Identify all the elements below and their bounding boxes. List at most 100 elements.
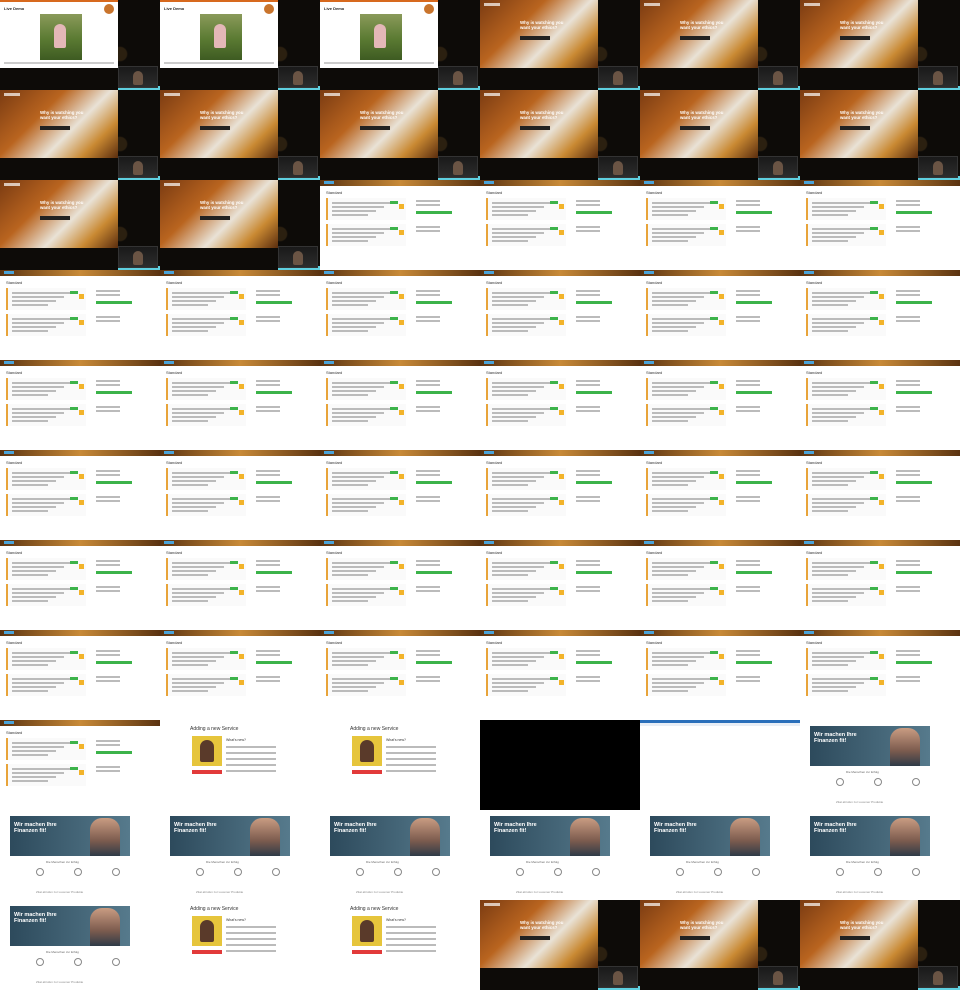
- sidebar-box: [416, 198, 452, 216]
- feature-icon: [36, 958, 44, 966]
- rating-icon: [879, 204, 884, 209]
- frame-thumbnail[interactable]: Why is watching you want your ethics?: [160, 180, 320, 270]
- frame-thumbnail[interactable]: Standard: [320, 630, 480, 720]
- frame-thumbnail[interactable]: Standard: [0, 720, 160, 810]
- frame-thumbnail[interactable]: Standard: [480, 180, 640, 270]
- text-line: [226, 950, 276, 952]
- green-button: [896, 661, 932, 664]
- frame-thumbnail[interactable]: Standard: [0, 270, 160, 360]
- frame-thumbnail[interactable]: Live Demo: [160, 0, 320, 90]
- frame-thumbnail[interactable]: Wir machen Ihre Finanzen fit! Die Mensche…: [640, 810, 800, 900]
- frame-thumbnail[interactable]: Standard: [640, 270, 800, 360]
- rating-icon: [399, 680, 404, 685]
- frame-thumbnail[interactable]: Standard: [320, 450, 480, 540]
- frame-thumbnail[interactable]: Wir machen Ihre Finanzen fit! Die Mensche…: [320, 810, 480, 900]
- frame-thumbnail[interactable]: Standard: [800, 360, 960, 450]
- list-heading: Standard: [806, 280, 823, 285]
- frame-thumbnail[interactable]: Wir machen Ihre Finanzen fit! Die Mensche…: [0, 900, 160, 990]
- status-badge: [550, 291, 558, 294]
- frame-thumbnail[interactable]: Live Demo: [320, 0, 480, 90]
- frame-thumbnail[interactable]: Standard: [160, 360, 320, 450]
- frame-thumbnail[interactable]: Standard: [480, 360, 640, 450]
- text-line: [812, 566, 864, 568]
- list-card: [806, 674, 886, 696]
- frame-thumbnail[interactable]: Standard: [640, 360, 800, 450]
- text-line: [652, 566, 704, 568]
- text-line: [12, 476, 64, 478]
- frame-thumbnail[interactable]: Standard: [0, 630, 160, 720]
- frame-thumbnail[interactable]: [480, 720, 640, 810]
- text-line: [492, 498, 552, 500]
- frame-thumbnail[interactable]: Standard: [160, 450, 320, 540]
- frame-thumbnail[interactable]: Why is watching you want your ethics?: [0, 180, 160, 270]
- list-card: [486, 378, 566, 400]
- frame-thumbnail[interactable]: Why is watching you want your ethics?: [800, 0, 960, 90]
- frame-thumbnail[interactable]: Why is watching you want your ethics?: [480, 90, 640, 180]
- frame-thumbnail[interactable]: Standard: [800, 270, 960, 360]
- frame-thumbnail[interactable]: Wir machen Ihre Finanzen fit! Die Mensche…: [0, 810, 160, 900]
- flamingo-image: [200, 14, 242, 60]
- list-heading: Standard: [646, 280, 663, 285]
- status-badge: [550, 561, 558, 564]
- frame-thumbnail[interactable]: Standard: [320, 540, 480, 630]
- frame-thumbnail[interactable]: Standard: [640, 630, 800, 720]
- frame-thumbnail[interactable]: Live Demo: [0, 0, 160, 90]
- text-line: [12, 292, 72, 294]
- frame-thumbnail[interactable]: Standard: [800, 540, 960, 630]
- frame-thumbnail[interactable]: Standard: [640, 450, 800, 540]
- frame-thumbnail[interactable]: Standard: [480, 540, 640, 630]
- frame-thumbnail[interactable]: Standard: [480, 630, 640, 720]
- frame-thumbnail[interactable]: Why is watching you want your ethics?: [800, 900, 960, 990]
- frame-thumbnail[interactable]: [640, 720, 800, 810]
- frame-thumbnail[interactable]: Why is watching you want your ethics?: [640, 900, 800, 990]
- text-line: [492, 408, 552, 410]
- text-line: [736, 564, 760, 566]
- frame-thumbnail[interactable]: Adding a new Service What's new?: [160, 900, 320, 990]
- frame-thumbnail[interactable]: Standard: [480, 450, 640, 540]
- feature-icon: [234, 868, 242, 876]
- frame-thumbnail[interactable]: Why is watching you want your ethics?: [0, 90, 160, 180]
- list-card: [646, 648, 726, 670]
- frame-thumbnail[interactable]: Why is watching you want your ethics?: [320, 90, 480, 180]
- frame-thumbnail[interactable]: Standard: [160, 270, 320, 360]
- frame-thumbnail[interactable]: Why is watching you want your ethics?: [480, 0, 640, 90]
- frame-thumbnail[interactable]: Wir machen Ihre Finanzen fit! Die Mensche…: [480, 810, 640, 900]
- frame-thumbnail[interactable]: Wir machen Ihre Finanzen fit! Die Mensche…: [800, 810, 960, 900]
- text-line: [172, 592, 224, 594]
- webcam-overlay: [758, 966, 798, 988]
- frame-thumbnail[interactable]: Standard: [800, 180, 960, 270]
- frame-thumbnail[interactable]: Why is watching you want your ethics?: [160, 90, 320, 180]
- frame-thumbnail[interactable]: Standard: [320, 360, 480, 450]
- frame-thumbnail[interactable]: Why is watching you want your ethics?: [480, 900, 640, 990]
- sidebar-box: [896, 314, 932, 332]
- frame-thumbnail[interactable]: Wir machen Ihre Finanzen fit! Die Mensche…: [160, 810, 320, 900]
- frame-thumbnail[interactable]: Standard: [0, 450, 160, 540]
- frame-thumbnail[interactable]: Standard: [640, 180, 800, 270]
- frame-thumbnail[interactable]: Why is watching you want your ethics?: [640, 90, 800, 180]
- frame-thumbnail[interactable]: Adding a new Service What's new?: [320, 720, 480, 810]
- frame-thumbnail[interactable]: Standard: [320, 180, 480, 270]
- frame-thumbnail[interactable]: Wir machen Ihre Finanzen fit! Die Mensche…: [800, 720, 960, 810]
- screen-capture: Standard: [480, 270, 640, 360]
- text-line: [332, 214, 368, 216]
- frame-thumbnail[interactable]: Standard: [800, 450, 960, 540]
- frame-thumbnail[interactable]: Standard: [640, 540, 800, 630]
- page-header: [0, 360, 160, 366]
- frame-thumbnail[interactable]: Standard: [160, 630, 320, 720]
- frame-thumbnail[interactable]: Standard: [320, 270, 480, 360]
- rating-icon: [719, 654, 724, 659]
- frame-thumbnail[interactable]: Standard: [800, 630, 960, 720]
- text-line: [492, 382, 552, 384]
- frame-thumbnail[interactable]: Standard: [160, 540, 320, 630]
- frame-thumbnail[interactable]: Standard: [0, 540, 160, 630]
- text-line: [12, 678, 72, 680]
- frame-thumbnail[interactable]: Adding a new Service What's new?: [320, 900, 480, 990]
- frame-thumbnail[interactable]: Why is watching you want your ethics?: [800, 90, 960, 180]
- screen-capture: Standard: [480, 180, 640, 270]
- frame-thumbnail[interactable]: Standard: [0, 360, 160, 450]
- frame-thumbnail[interactable]: Standard: [480, 270, 640, 360]
- frame-thumbnail[interactable]: Why is watching you want your ethics?: [640, 0, 800, 90]
- frame-thumbnail[interactable]: Adding a new Service What's new?: [160, 720, 320, 810]
- screen-capture: Wir machen Ihre Finanzen fit! Die Mensche…: [640, 810, 800, 900]
- fin-subheading: Die Menschen zur Erfolg: [46, 950, 79, 954]
